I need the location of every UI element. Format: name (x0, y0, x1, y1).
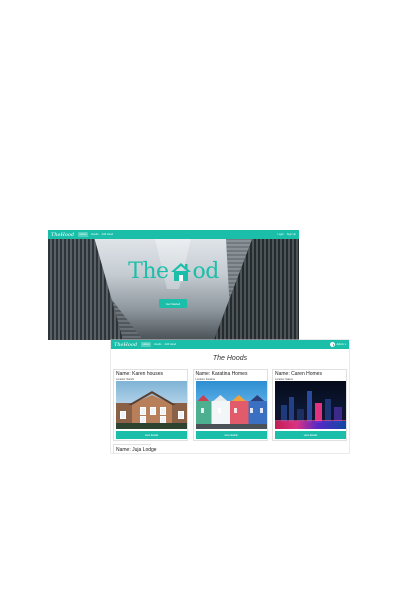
hero-banner: The od Get Started (48, 239, 299, 340)
chevron-down-icon[interactable]: ▾ (345, 343, 346, 346)
user-avatar-icon[interactable] (330, 342, 336, 347)
nav-link-add-hood[interactable]: Add Hood (165, 343, 177, 346)
listing-navbar: TheHood Home Hoods Add Hood Admin ▾ (111, 340, 349, 349)
hood-photo (195, 381, 267, 429)
nav-link-add-hood[interactable]: Add Hood (102, 233, 114, 236)
nav-link-hoods[interactable]: Hoods (154, 343, 162, 346)
brand-text-right: od (192, 259, 220, 284)
user-menu[interactable]: Admin (336, 343, 343, 346)
listing-screenshot: TheHood Home Hoods Add Hood Admin ▾ The … (111, 340, 349, 453)
hood-name: Name: Karatina Homes (195, 371, 248, 377)
page-title: The Hoods (212, 355, 248, 362)
hero-building (214, 239, 299, 340)
hood-photo (275, 381, 346, 429)
brand-text-left: The (128, 259, 169, 284)
nav-signup-link[interactable]: Sign Up (287, 233, 296, 236)
get-started-button[interactable]: Get Started (159, 299, 187, 308)
nav-login-link[interactable]: Login (277, 233, 283, 236)
hood-name: Name: Caren Homes (275, 371, 322, 377)
hood-card: Name: Karatina Homes Location: Karatina … (192, 369, 268, 441)
hero-brand-logo: The od (48, 261, 299, 283)
nav-link-home[interactable]: Home (141, 342, 152, 347)
nav-link-home[interactable]: Home (78, 232, 89, 237)
view-details-button[interactable]: view details (195, 431, 267, 439)
landing-screenshot: TheHood Home Hoods Add Hood Login Sign U… (48, 230, 299, 340)
hood-card: Name: Karen houses Location: Nairobi vie… (113, 369, 188, 441)
hood-card: Name: Caren Homes Location: Nakuru view … (272, 369, 347, 441)
hood-photo (116, 381, 187, 429)
house-icon (170, 263, 191, 281)
hood-name: Name: Karen houses (116, 371, 163, 377)
view-details-button[interactable]: view details (116, 431, 187, 439)
navbar-logo[interactable]: TheHood (51, 232, 74, 238)
navbar-logo[interactable]: TheHood (114, 342, 137, 348)
landing-navbar: TheHood Home Hoods Add Hood Login Sign U… (48, 230, 299, 239)
hero-building (48, 239, 123, 340)
nav-link-hoods[interactable]: Hoods (91, 233, 99, 236)
hood-card: Name: Juja Lodge (113, 444, 157, 453)
hood-name: Name: Juja Lodge (116, 447, 157, 453)
view-details-button[interactable]: view details (275, 431, 346, 439)
